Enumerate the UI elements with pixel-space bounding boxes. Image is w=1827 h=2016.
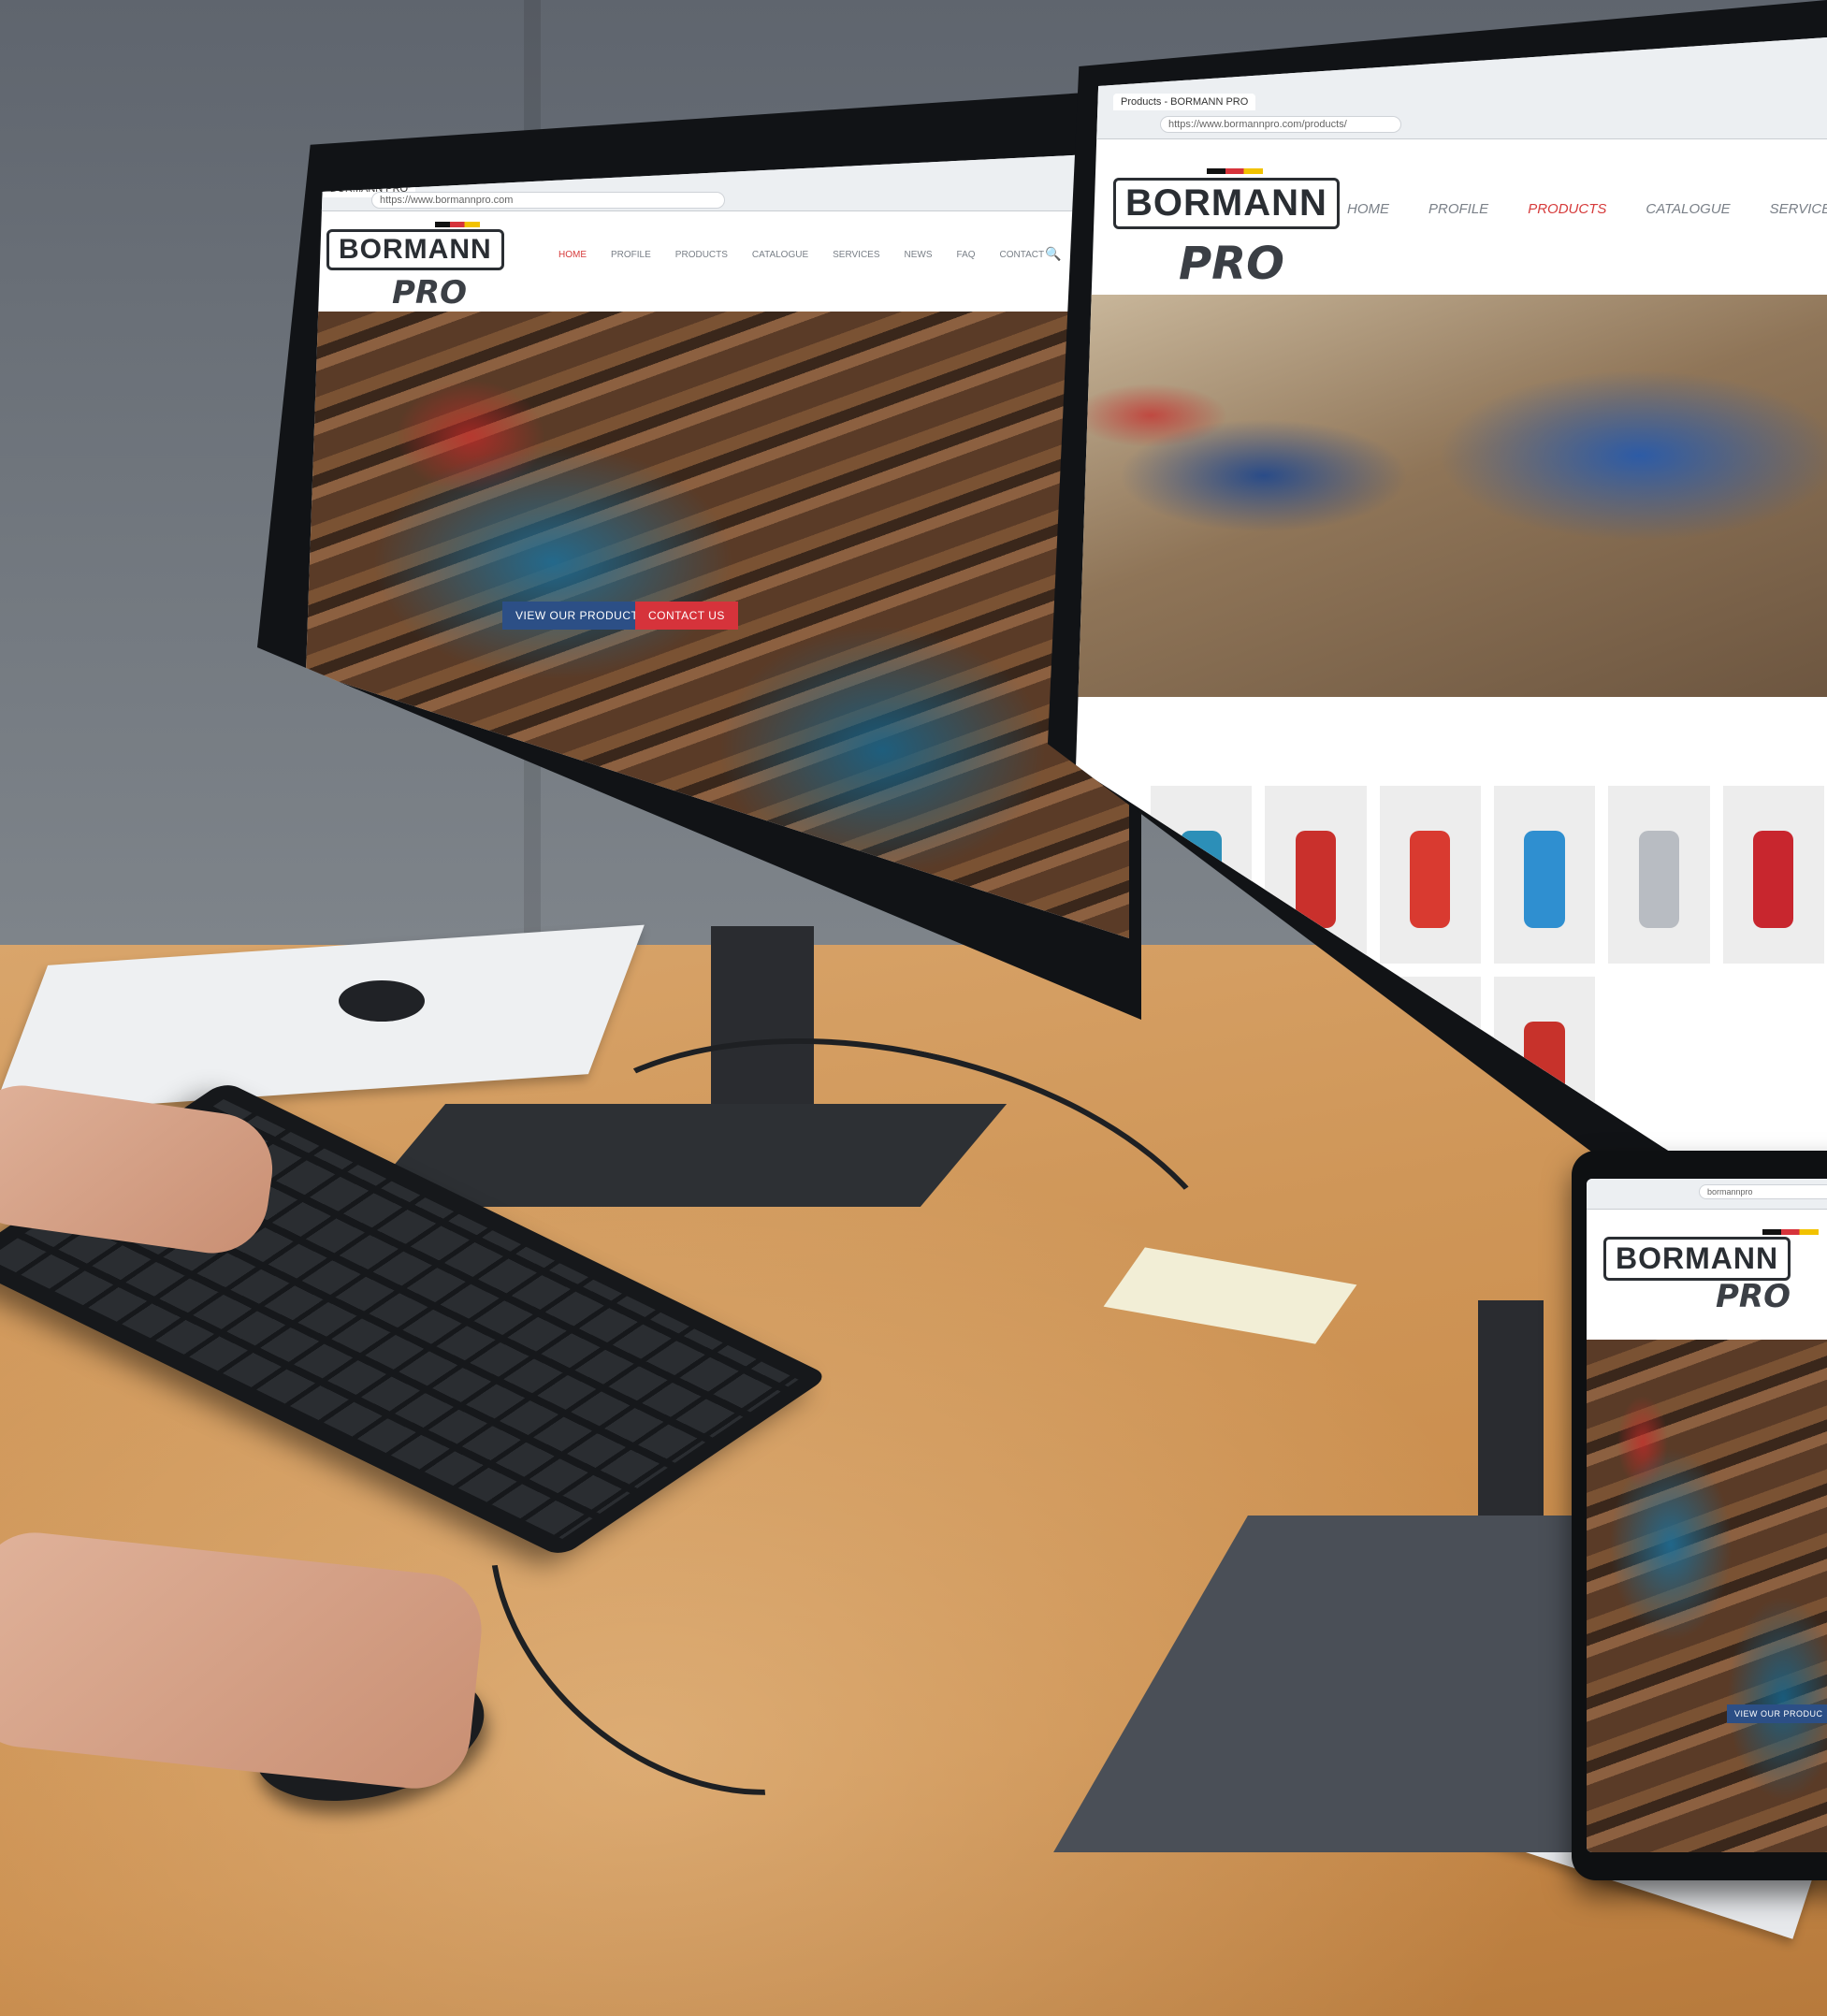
nav-item-services[interactable]: SERVICES bbox=[833, 250, 879, 260]
tablet-address-bar[interactable]: bormannpro bbox=[1699, 1184, 1827, 1199]
tablet-flag-stripe bbox=[1762, 1229, 1819, 1235]
nav-item-catalogue[interactable]: CATALOGUE bbox=[752, 250, 808, 260]
right-monitor-stand bbox=[1478, 1300, 1544, 1544]
tablet-view-products-button[interactable]: VIEW OUR PRODUC bbox=[1727, 1704, 1827, 1723]
angle-grinder-image bbox=[1295, 830, 1337, 928]
contact-us-button[interactable]: CONTACT US bbox=[635, 602, 738, 630]
product-card-blower[interactable] bbox=[1379, 786, 1481, 964]
nav-item-products[interactable]: PRODUCTS bbox=[675, 250, 728, 260]
logo-pro-right: PRO bbox=[1179, 238, 1284, 290]
address-bar-right[interactable]: https://www.bormannpro.com/products/ bbox=[1160, 116, 1401, 133]
nav-item-faq[interactable]: FAQ bbox=[957, 250, 976, 260]
tablet-screen: bormannpro BORMANN PRO VIEW OUR PRODUC bbox=[1587, 1179, 1827, 1852]
browser-chrome: BORMANN PRO https://www.bormannpro.com bbox=[306, 152, 1129, 211]
tablet-logo[interactable]: BORMANN PRO bbox=[1603, 1229, 1819, 1315]
tablet-logo-pro: PRO bbox=[1716, 1278, 1791, 1315]
product-card-spray-gun[interactable] bbox=[1608, 786, 1710, 964]
search-icon[interactable]: 🔍 bbox=[1045, 246, 1061, 262]
air-compressor-image bbox=[1524, 830, 1565, 928]
product-card-air-compressor[interactable] bbox=[1494, 786, 1596, 964]
tablet-hero-image: VIEW OUR PRODUC bbox=[1587, 1340, 1827, 1852]
browser-tab-right[interactable]: Products - BORMANN PRO bbox=[1113, 94, 1256, 110]
blower-image bbox=[1410, 830, 1451, 928]
nav-item-contact[interactable]: CONTACT bbox=[1000, 250, 1045, 260]
nav-item-products[interactable]: PRODUCTS bbox=[1528, 201, 1606, 217]
logo-pro: PRO bbox=[392, 274, 468, 312]
nail-gun-image bbox=[1753, 830, 1794, 928]
nav-item-services[interactable]: SERVICES bbox=[1770, 201, 1827, 217]
bormann-logo[interactable]: BORMANN PRO bbox=[326, 222, 504, 312]
background-mouse bbox=[339, 980, 425, 1022]
tablet-browser-chrome: bormannpro bbox=[1587, 1179, 1827, 1210]
hose-reel-image bbox=[1524, 1021, 1565, 1119]
main-nav-right: HOMEPROFILEPRODUCTSCATALOGUESERVICESNEWS bbox=[1347, 201, 1827, 217]
nav-item-news[interactable]: NEWS bbox=[905, 250, 933, 260]
logo-brand-right: BORMANN bbox=[1113, 178, 1340, 229]
logo-brand: BORMANN bbox=[326, 229, 504, 270]
flag-stripe-right bbox=[1207, 168, 1263, 174]
tablet-logo-brand: BORMANN bbox=[1603, 1237, 1791, 1281]
main-nav: HOME PROFILE PRODUCTS CATALOGUE SERVICES NEWS… bbox=[558, 250, 1044, 260]
nav-item-home[interactable]: HOME bbox=[1347, 201, 1389, 217]
nav-item-profile[interactable]: PROFILE bbox=[611, 250, 651, 260]
nav-item-profile[interactable]: PROFILE bbox=[1428, 201, 1488, 217]
nav-item-home[interactable]: HOME bbox=[558, 250, 587, 260]
flag-stripe bbox=[435, 222, 480, 227]
spray-gun-image bbox=[1638, 830, 1680, 928]
products-hero-image bbox=[1076, 295, 1827, 697]
tablet: bormannpro BORMANN PRO VIEW OUR PRODUC bbox=[1572, 1151, 1827, 1880]
product-card-nail-gun[interactable] bbox=[1722, 786, 1824, 964]
nav-item-catalogue[interactable]: CATALOGUE bbox=[1646, 201, 1730, 217]
address-bar[interactable]: https://www.bormannpro.com bbox=[371, 192, 725, 209]
bormann-logo-right[interactable]: BORMANN PRO bbox=[1113, 168, 1340, 290]
